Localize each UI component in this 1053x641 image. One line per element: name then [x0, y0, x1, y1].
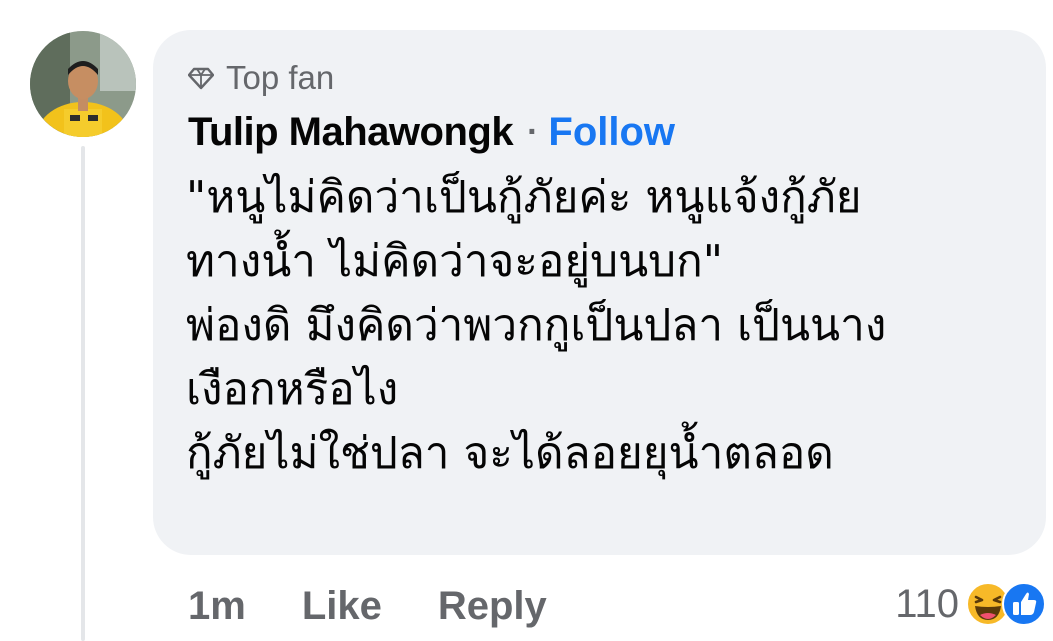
comment-actions: 1m Like Reply [188, 578, 547, 634]
comment-text-line: ทางน้ำ ไม่คิดว่าจะอยู่บนบก" [186, 236, 723, 287]
comment-header: Tulip Mahawongk · Follow [188, 108, 675, 156]
comment-text-line: กู้ภัยไม่ใช่ปลา จะได้ลอยยุน้ำตลอด [186, 428, 834, 479]
avatar-photo [30, 31, 136, 137]
thread-connector-line [81, 146, 85, 641]
reply-button[interactable]: Reply [438, 584, 547, 629]
like-button[interactable]: Like [302, 584, 382, 629]
author-name[interactable]: Tulip Mahawongk [188, 110, 514, 155]
comment-text-line: เงือกหรือไง [186, 364, 399, 415]
diamond-icon [188, 65, 214, 91]
top-fan-badge: Top fan [188, 58, 334, 98]
comment-body: "หนูไม่คิดว่าเป็นกู้ภัยค่ะ หนูแจ้งกู้ภัย… [186, 166, 1026, 486]
comment-timestamp[interactable]: 1m [188, 584, 246, 629]
reaction-summary[interactable]: 110 [895, 574, 1047, 634]
top-fan-label: Top fan [226, 59, 335, 96]
follow-button[interactable]: Follow [548, 110, 675, 155]
comment-thread: Top fan Tulip Mahawongk · Follow "หนูไม่… [0, 0, 1053, 641]
reaction-count: 110 [895, 581, 959, 626]
like-reaction-icon [1001, 581, 1047, 627]
comment-text-line: พ่องดิ มึงคิดว่าพวกกูเป็นปลา เป็นนาง [186, 300, 887, 351]
avatar[interactable] [30, 31, 136, 137]
comment-text-line: "หนูไม่คิดว่าเป็นกู้ภัยค่ะ หนูแจ้งกู้ภัย [186, 172, 862, 223]
separator-dot: · [527, 112, 539, 151]
